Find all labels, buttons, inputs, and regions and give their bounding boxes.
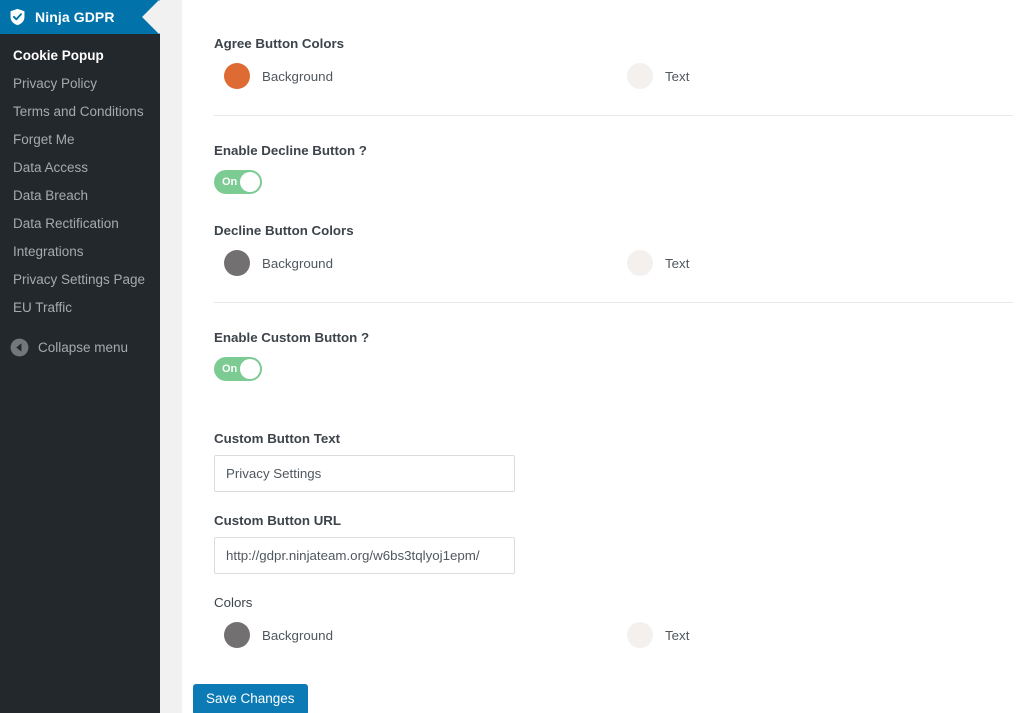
agree-text-color-label: Text [665,68,690,84]
custom-button-url-section: Custom Button URL [182,492,1032,574]
custom-colors-row: Background Text [214,622,1012,648]
agree-button-colors-label: Agree Button Colors [214,36,345,51]
custom-button-text-input[interactable] [214,455,515,492]
admin-page: Ninja GDPR Cookie Popup Privacy Policy T… [0,0,1032,713]
sidebar-item-privacy-settings-page[interactable]: Privacy Settings Page [0,266,160,294]
custom-button-colors-label: Colors [214,595,253,610]
custom-text-color-label: Text [665,627,690,643]
custom-text-color-field[interactable]: Text [627,622,689,648]
enable-custom-button-section: Enable Custom Button ? On [182,303,1032,381]
custom-background-color-swatch[interactable] [224,622,250,648]
collapse-menu-button[interactable]: Collapse menu [0,333,160,361]
save-changes-button[interactable]: Save Changes [193,684,308,713]
decline-background-color-field[interactable]: Background [214,250,627,276]
sidebar-item-forget-me[interactable]: Forget Me [0,126,160,154]
custom-button-colors-section: Colors Background Text [182,574,1032,648]
agree-colors-row: Background Text [214,63,1012,89]
enable-custom-toggle-state: On [222,363,238,375]
enable-decline-toggle-state: On [222,176,238,188]
custom-background-color-label: Background [262,627,333,643]
decline-background-color-swatch[interactable] [224,250,250,276]
decline-text-color-field[interactable]: Text [627,250,689,276]
sidebar-item-integrations[interactable]: Integrations [0,238,160,266]
decline-colors-row: Background Text [214,250,1012,276]
sidebar-brand-header: Ninja GDPR [0,0,160,34]
decline-text-color-label: Text [665,255,690,271]
agree-text-color-swatch[interactable] [627,63,653,89]
custom-button-text-section: Custom Button Text [182,381,1032,492]
collapse-menu-label: Collapse menu [38,339,129,355]
decline-background-color-label: Background [262,255,333,271]
agree-background-color-label: Background [262,68,333,84]
custom-button-text-label: Custom Button Text [214,431,341,446]
enable-custom-button-toggle[interactable]: On [214,357,262,381]
sidebar-item-cookie-popup[interactable]: Cookie Popup [0,42,160,70]
custom-text-color-swatch[interactable] [627,622,653,648]
agree-text-color-field[interactable]: Text [627,63,689,89]
sidebar-item-data-access[interactable]: Data Access [0,154,160,182]
enable-decline-button-label: Enable Decline Button ? [214,143,367,158]
save-section: Save Changes [182,648,1032,713]
sidebar-item-data-rectification[interactable]: Data Rectification [0,210,160,238]
agree-button-colors-section: Agree Button Colors Background Text [182,0,1032,89]
sidebar-item-eu-traffic[interactable]: EU Traffic [0,294,160,322]
toggle-knob [240,359,260,379]
sidebar-item-data-breach[interactable]: Data Breach [0,182,160,210]
sidebar-item-terms-and-conditions[interactable]: Terms and Conditions [0,98,160,126]
agree-background-color-field[interactable]: Background [214,63,627,89]
custom-background-color-field[interactable]: Background [214,622,627,648]
sidebar-notch [142,0,160,34]
enable-decline-button-toggle[interactable]: On [214,170,262,194]
decline-text-color-swatch[interactable] [627,250,653,276]
enable-custom-button-label: Enable Custom Button ? [214,330,370,345]
decline-button-colors-section: Decline Button Colors Background Text [182,194,1032,276]
toggle-knob [240,172,260,192]
enable-decline-button-section: Enable Decline Button ? On [182,116,1032,194]
sidebar-menu: Cookie Popup Privacy Policy Terms and Co… [0,34,160,322]
sidebar: Ninja GDPR Cookie Popup Privacy Policy T… [0,0,160,713]
sidebar-item-privacy-policy[interactable]: Privacy Policy [0,70,160,98]
brand-title: Ninja GDPR [35,9,115,25]
custom-button-url-input[interactable] [214,537,515,574]
agree-background-color-swatch[interactable] [224,63,250,89]
custom-button-url-label: Custom Button URL [214,513,342,528]
caret-left-circle-icon [10,338,29,356]
settings-content: Agree Button Colors Background Text Enab… [182,0,1032,713]
shield-check-icon [10,8,25,26]
decline-button-colors-label: Decline Button Colors [214,223,354,238]
